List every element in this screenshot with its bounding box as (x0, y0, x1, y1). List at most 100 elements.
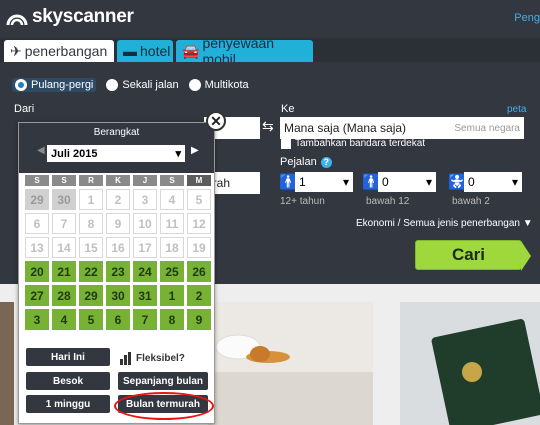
whole-month-button[interactable]: Sepanjang bulan (118, 372, 208, 390)
adults-dropdown[interactable]: 1 ▾ (295, 172, 353, 192)
weekday-header: K (106, 175, 130, 186)
infants-dropdown[interactable]: 0 ▾ (464, 172, 522, 192)
cabin-class-select[interactable]: Ekonomi / Semua jenis penerbangan ▼ (356, 218, 533, 229)
calendar-day[interactable]: 27 (25, 285, 49, 306)
search-button[interactable]: Cari (415, 240, 531, 271)
radio-one-way-label: Sekali jalan (122, 79, 179, 91)
calendar-day[interactable]: 4 (52, 309, 76, 330)
tomorrow-button[interactable]: Besok (26, 372, 110, 390)
one-week-button[interactable]: 1 minggu (26, 395, 110, 413)
calendar-day: 13 (25, 237, 49, 258)
month-select[interactable]: Juli 2015 ▾ (47, 145, 185, 162)
calendar-day[interactable]: 22 (79, 261, 103, 282)
adults-note: 12+ tahun (280, 196, 325, 207)
calendar-day: 5 (187, 189, 211, 210)
calendar-day[interactable]: 8 (160, 309, 184, 330)
date-picker-title: Berangkat (93, 127, 140, 138)
breakfast-image (208, 302, 373, 425)
radio-return-dot (15, 79, 27, 91)
flexible-label: Fleksibel? (120, 352, 185, 365)
children-note: bawah 12 (366, 196, 410, 207)
radio-one-way[interactable]: Sekali jalan (106, 79, 179, 91)
calendar-day: 8 (79, 213, 103, 234)
calendar-day[interactable]: 29 (79, 285, 103, 306)
calendar-day: 17 (133, 237, 157, 258)
to-field[interactable]: Mana saja (Mana saja) Semua negara (280, 117, 524, 139)
chevron-down-icon: ▾ (511, 175, 518, 189)
infants-select[interactable]: 🚼 0 ▾ (448, 172, 522, 192)
calendar-day[interactable]: 25 (160, 261, 184, 282)
radio-multi-city[interactable]: Multikota (188, 79, 249, 91)
skyscanner-logo[interactable]: skyscanner (6, 6, 134, 28)
calendar-day: 12 (187, 213, 211, 234)
calendar-day[interactable]: 3 (25, 309, 49, 330)
children-select[interactable]: 🚹 0 ▾ (362, 172, 436, 192)
calendar-day[interactable]: 20 (25, 261, 49, 282)
swap-icon[interactable]: ⇆ (262, 118, 274, 135)
passengers-label: Pejalan ? (280, 156, 332, 168)
to-label: Ke (281, 103, 295, 115)
calendar-day[interactable]: 23 (106, 261, 130, 282)
calendar-day: 16 (106, 237, 130, 258)
tab-flights[interactable]: ✈ penerbangan (4, 40, 114, 62)
calendar-day[interactable]: 31 (133, 285, 157, 306)
promo-card-left[interactable] (0, 302, 14, 425)
calendar-day[interactable]: 7 (133, 309, 157, 330)
adults-select[interactable]: 🚹 1 ▾ (279, 172, 353, 192)
help-icon[interactable]: ? (320, 156, 332, 168)
top-link[interactable]: Peng (514, 12, 540, 24)
checkbox-box (281, 138, 291, 149)
tab-hotels[interactable]: ▬ hotel (117, 40, 173, 62)
children-dropdown[interactable]: 0 ▾ (378, 172, 436, 192)
prev-month-icon[interactable]: ◀ (37, 145, 45, 156)
weekday-header: S (160, 175, 184, 186)
next-month-icon[interactable]: ▶ (191, 145, 199, 156)
radio-return[interactable]: Pulang-pergi (12, 78, 97, 92)
highlight-ring (114, 392, 214, 420)
chevron-down-icon: ▾ (175, 148, 181, 160)
close-icon[interactable]: ✕ (206, 111, 226, 131)
calendar-day[interactable]: 9 (187, 309, 211, 330)
promo-card-middle[interactable] (208, 302, 373, 425)
bed-icon: ▬ (123, 43, 137, 59)
infants-note: bawah 2 (452, 196, 490, 207)
logo-text: skyscanner (32, 6, 134, 27)
calendar-day[interactable]: 30 (106, 285, 130, 306)
infants-value: 0 (468, 175, 475, 189)
weekday-header: M (187, 175, 211, 186)
chevron-down-icon: ▾ (425, 175, 432, 189)
car-icon: 🚘 (182, 42, 200, 59)
calendar-day: 30 (52, 189, 76, 210)
calendar-day[interactable]: 2 (187, 285, 211, 306)
today-button[interactable]: Hari Ini (26, 348, 110, 366)
calendar-day[interactable]: 28 (52, 285, 76, 306)
calendar-day[interactable]: 24 (133, 261, 157, 282)
to-value: Mana saja (Mana saja) (284, 121, 407, 135)
calendar-day: 2 (106, 189, 130, 210)
flexible-label-text: Fleksibel? (136, 353, 185, 364)
nearby-airports-checkbox[interactable]: Tambahkan bandara terdekat (281, 138, 425, 149)
month-select-value: Juli 2015 (51, 147, 98, 160)
calendar-day[interactable]: 21 (52, 261, 76, 282)
trip-type-group: Pulang-pergi Sekali jalan Multikota (12, 78, 259, 92)
calendar-day: 15 (79, 237, 103, 258)
to-placeholder: Semua negara (454, 122, 520, 134)
calendar-day[interactable]: 6 (106, 309, 130, 330)
calendar-day[interactable]: 5 (79, 309, 103, 330)
weekday-header: J (133, 175, 157, 186)
weekday-header: R (79, 175, 103, 186)
tab-flights-label: penerbangan (24, 43, 108, 59)
calendar-day: 11 (160, 213, 184, 234)
radio-multi-city-dot (188, 79, 201, 91)
map-link[interactable]: peta (507, 104, 526, 115)
calendar-day[interactable]: 26 (187, 261, 211, 282)
calendar-day[interactable]: 1 (160, 285, 184, 306)
from-label: Dari (14, 103, 35, 115)
nearby-airports-label: Tambahkan bandara terdekat (295, 138, 426, 149)
infant-icon: 🚼 (448, 174, 467, 191)
date-picker: Berangkat ◀ Juli 2015 ▾ ▶ S S R K J S M 29 30 1 2 3… (18, 122, 215, 424)
passengers-label-text: Pejalan (280, 156, 317, 168)
tab-car-hire[interactable]: 🚘 penyewaan mobil (176, 35, 313, 67)
radio-return-label: Pulang-pergi (31, 79, 94, 91)
promo-card-right[interactable] (400, 302, 540, 425)
